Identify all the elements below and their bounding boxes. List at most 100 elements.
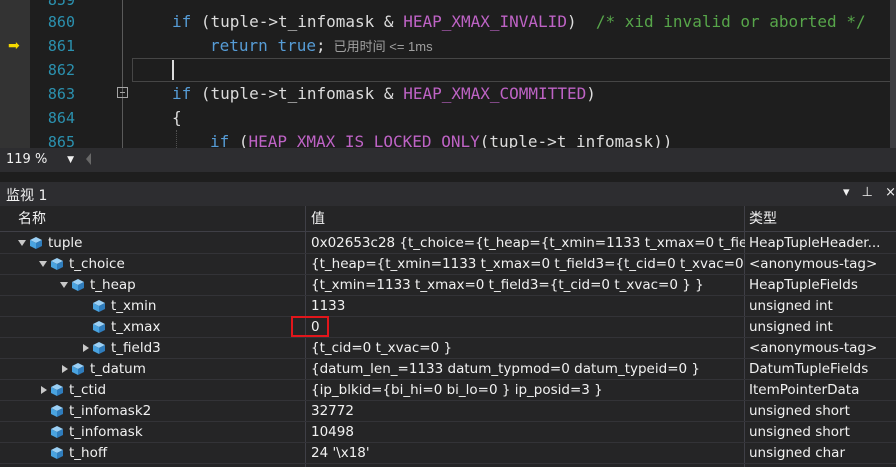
field-cube-icon — [51, 426, 63, 438]
code-macro: HEAP_XMAX_IS_LOCKED_ONLY — [248, 132, 480, 148]
watch-panel-header: 监视 1 ▾ ⊥ × — [0, 182, 896, 206]
vertical-scrollbar[interactable] — [890, 0, 896, 148]
watch-value-cell[interactable]: {t_heap={t_xmin=1133 t_xmax=0 t_field3={… — [311, 254, 745, 274]
collapse-toggle-icon[interactable] — [117, 87, 128, 98]
watch-value-cell[interactable]: 32772 — [311, 401, 745, 421]
close-icon[interactable]: × — [885, 185, 896, 200]
code-keyword: return — [210, 36, 268, 55]
watch-name-cell[interactable]: tuple — [0, 233, 304, 253]
watch-row[interactable]: t_heap {t_xmin=1133 t_xmax=0 t_field3={t_… — [0, 275, 896, 296]
watch-row[interactable]: t_choice {t_heap={t_xmin=1133 t_xmax=0 t_… — [0, 254, 896, 275]
watch-row[interactable]: t_xmax 0 unsigned int — [0, 317, 896, 338]
line-number: 865 — [47, 133, 75, 148]
watch-variable-name: t_hoff — [69, 445, 108, 461]
chevron-down-icon: ▼ — [67, 155, 74, 165]
watch-variable-name: t_xmin — [111, 298, 157, 314]
column-header-row: 名称 值 类型 — [0, 206, 896, 232]
collapse-arrow-icon[interactable] — [60, 282, 68, 288]
watch-value-cell[interactable]: {datum_len_=1133 datum_typmod=0 datum_ty… — [311, 359, 745, 379]
watch-name-cell[interactable]: t_infomask2 — [0, 401, 304, 421]
watch-type-cell: unsigned short — [749, 424, 850, 440]
watch-grid[interactable]: 名称 值 类型 tuple 0x02653c28 {t_choice={t_hea… — [0, 206, 896, 467]
watch-panel-tools: ▾ ⊥ × — [835, 185, 896, 200]
watch-type-cell: unsigned short — [749, 403, 850, 419]
line-number: 864 — [47, 109, 75, 127]
watch-type-cell: DatumTupleFields — [749, 361, 869, 377]
highlight-annotation-box — [291, 316, 329, 337]
column-header-value[interactable]: 值 — [311, 206, 325, 232]
expand-arrow-icon[interactable] — [83, 344, 89, 352]
watch-value-cell[interactable]: {ip_blkid={bi_hi=0 bi_lo=0 } ip_posid=3 … — [311, 380, 745, 400]
zoom-dropdown[interactable]: 119 % ▼ — [2, 151, 78, 169]
perf-tip[interactable]: 已用时间 <= 1ms — [334, 39, 433, 54]
watch-value-cell[interactable]: 1133 — [311, 296, 745, 316]
field-cube-icon — [93, 321, 105, 333]
watch-value-cell[interactable]: {t_xmin=1133 t_xmax=0 t_field3={t_cid=0 … — [311, 275, 745, 295]
column-header-type[interactable]: 类型 — [749, 206, 777, 232]
code-keyword: true — [277, 36, 316, 55]
watch-row[interactable]: t_xmin 1133 unsigned int — [0, 296, 896, 317]
window-position-dropdown-icon[interactable]: ▾ — [843, 185, 850, 200]
watch-name-cell[interactable]: t_choice — [0, 254, 304, 274]
code-text: ( — [229, 132, 249, 148]
watch-value-cell[interactable]: 10498 — [311, 422, 745, 442]
code-text: (tuple->t_infomask & — [191, 12, 404, 31]
watch-variable-name: t_infomask2 — [69, 403, 152, 419]
expand-arrow-icon[interactable] — [62, 365, 68, 373]
code-editor[interactable]: ➡ 859 860 861 862 863 864 865 if (tuple-… — [0, 0, 896, 148]
line-number-gutter: 859 860 861 862 863 864 865 — [30, 0, 102, 148]
field-cube-icon — [93, 342, 105, 354]
column-header-name[interactable]: 名称 — [18, 206, 46, 232]
watch-row[interactable]: tuple 0x02653c28 {t_choice={t_heap={t_xmi… — [0, 233, 896, 254]
watch-name-cell[interactable]: t_xmax — [0, 317, 304, 337]
watch-panel-title[interactable]: 监视 1 — [6, 185, 47, 205]
watch-name-cell[interactable]: t_xmin — [0, 296, 304, 316]
watch-variable-name: t_ctid — [69, 382, 107, 398]
watch-row[interactable]: t_datum {datum_len_=1133 datum_typmod=0 d… — [0, 359, 896, 380]
code-line-861[interactable]: return true; 已用时间 <= 1ms — [210, 34, 433, 58]
outline-guide — [122, 0, 123, 148]
watch-name-cell[interactable]: t_hoff — [0, 443, 304, 463]
code-line-864[interactable]: { — [172, 106, 182, 130]
watch-name-cell[interactable]: t_datum — [0, 359, 304, 379]
code-keyword: if — [172, 84, 192, 103]
pin-icon[interactable]: ⊥ — [862, 185, 873, 200]
collapse-arrow-icon[interactable] — [18, 240, 26, 246]
collapse-arrow-icon[interactable] — [39, 261, 47, 267]
code-line-860[interactable]: if (tuple->t_infomask & HEAP_XMAX_INVALI… — [172, 10, 866, 34]
field-cube-icon — [51, 384, 63, 396]
watch-variable-name: t_datum — [90, 361, 146, 377]
watch-value-cell[interactable]: 0x02653c28 {t_choice={t_heap={t_xmin=113… — [311, 233, 745, 253]
code-macro: HEAP_XMAX_INVALID — [403, 12, 567, 31]
expand-arrow-icon[interactable] — [41, 386, 47, 394]
watch-row[interactable]: t_infomask 10498 unsigned short — [0, 422, 896, 443]
execution-pointer-icon: ➡ — [8, 38, 20, 54]
watch-value-cell[interactable]: {t_cid=0 t_xvac=0 } — [311, 338, 745, 358]
code-text: (tuple->t_infomask & — [191, 84, 404, 103]
watch-variable-name: t_field3 — [111, 340, 161, 356]
field-cube-icon — [72, 279, 84, 291]
watch-row[interactable]: t_ctid {ip_blkid={bi_hi=0 bi_lo=0 } ip_po… — [0, 380, 896, 401]
line-number: 863 — [47, 85, 75, 103]
watch-value-cell[interactable]: 24 '\x18' — [311, 443, 745, 463]
watch-name-cell[interactable]: t_heap — [0, 275, 304, 295]
scroll-left-icon[interactable] — [86, 153, 91, 165]
code-text: ; — [315, 36, 326, 55]
watch-type-cell: unsigned char — [749, 445, 845, 461]
watch-row[interactable]: t_hoff 24 '\x18' unsigned char — [0, 443, 896, 464]
watch-name-cell[interactable]: t_ctid — [0, 380, 304, 400]
watch-type-cell: <anonymous-tag> — [749, 256, 878, 272]
watch-variable-name: t_xmax — [111, 319, 161, 335]
watch-name-cell[interactable]: t_infomask — [0, 422, 304, 442]
watch-type-cell: <anonymous-tag> — [749, 340, 878, 356]
watch-type-cell: HeapTupleHeader... — [749, 235, 881, 251]
watch-name-cell[interactable]: t_field3 — [0, 338, 304, 358]
code-text: ) — [586, 84, 596, 103]
code-line-863[interactable]: if (tuple->t_infomask & HEAP_XMAX_COMMIT… — [172, 82, 596, 106]
watch-variable-name: tuple — [48, 235, 83, 251]
breakpoint-margin[interactable]: ➡ — [0, 0, 30, 148]
code-line-865[interactable]: if (HEAP_XMAX_IS_LOCKED_ONLY(tuple->t_in… — [210, 130, 672, 148]
watch-row[interactable]: t_field3 {t_cid=0 t_xvac=0 } <anonymous-ta… — [0, 338, 896, 359]
watch-row[interactable]: t_infomask2 32772 unsigned short — [0, 401, 896, 422]
watch-value-cell[interactable]: 0 — [311, 317, 745, 337]
